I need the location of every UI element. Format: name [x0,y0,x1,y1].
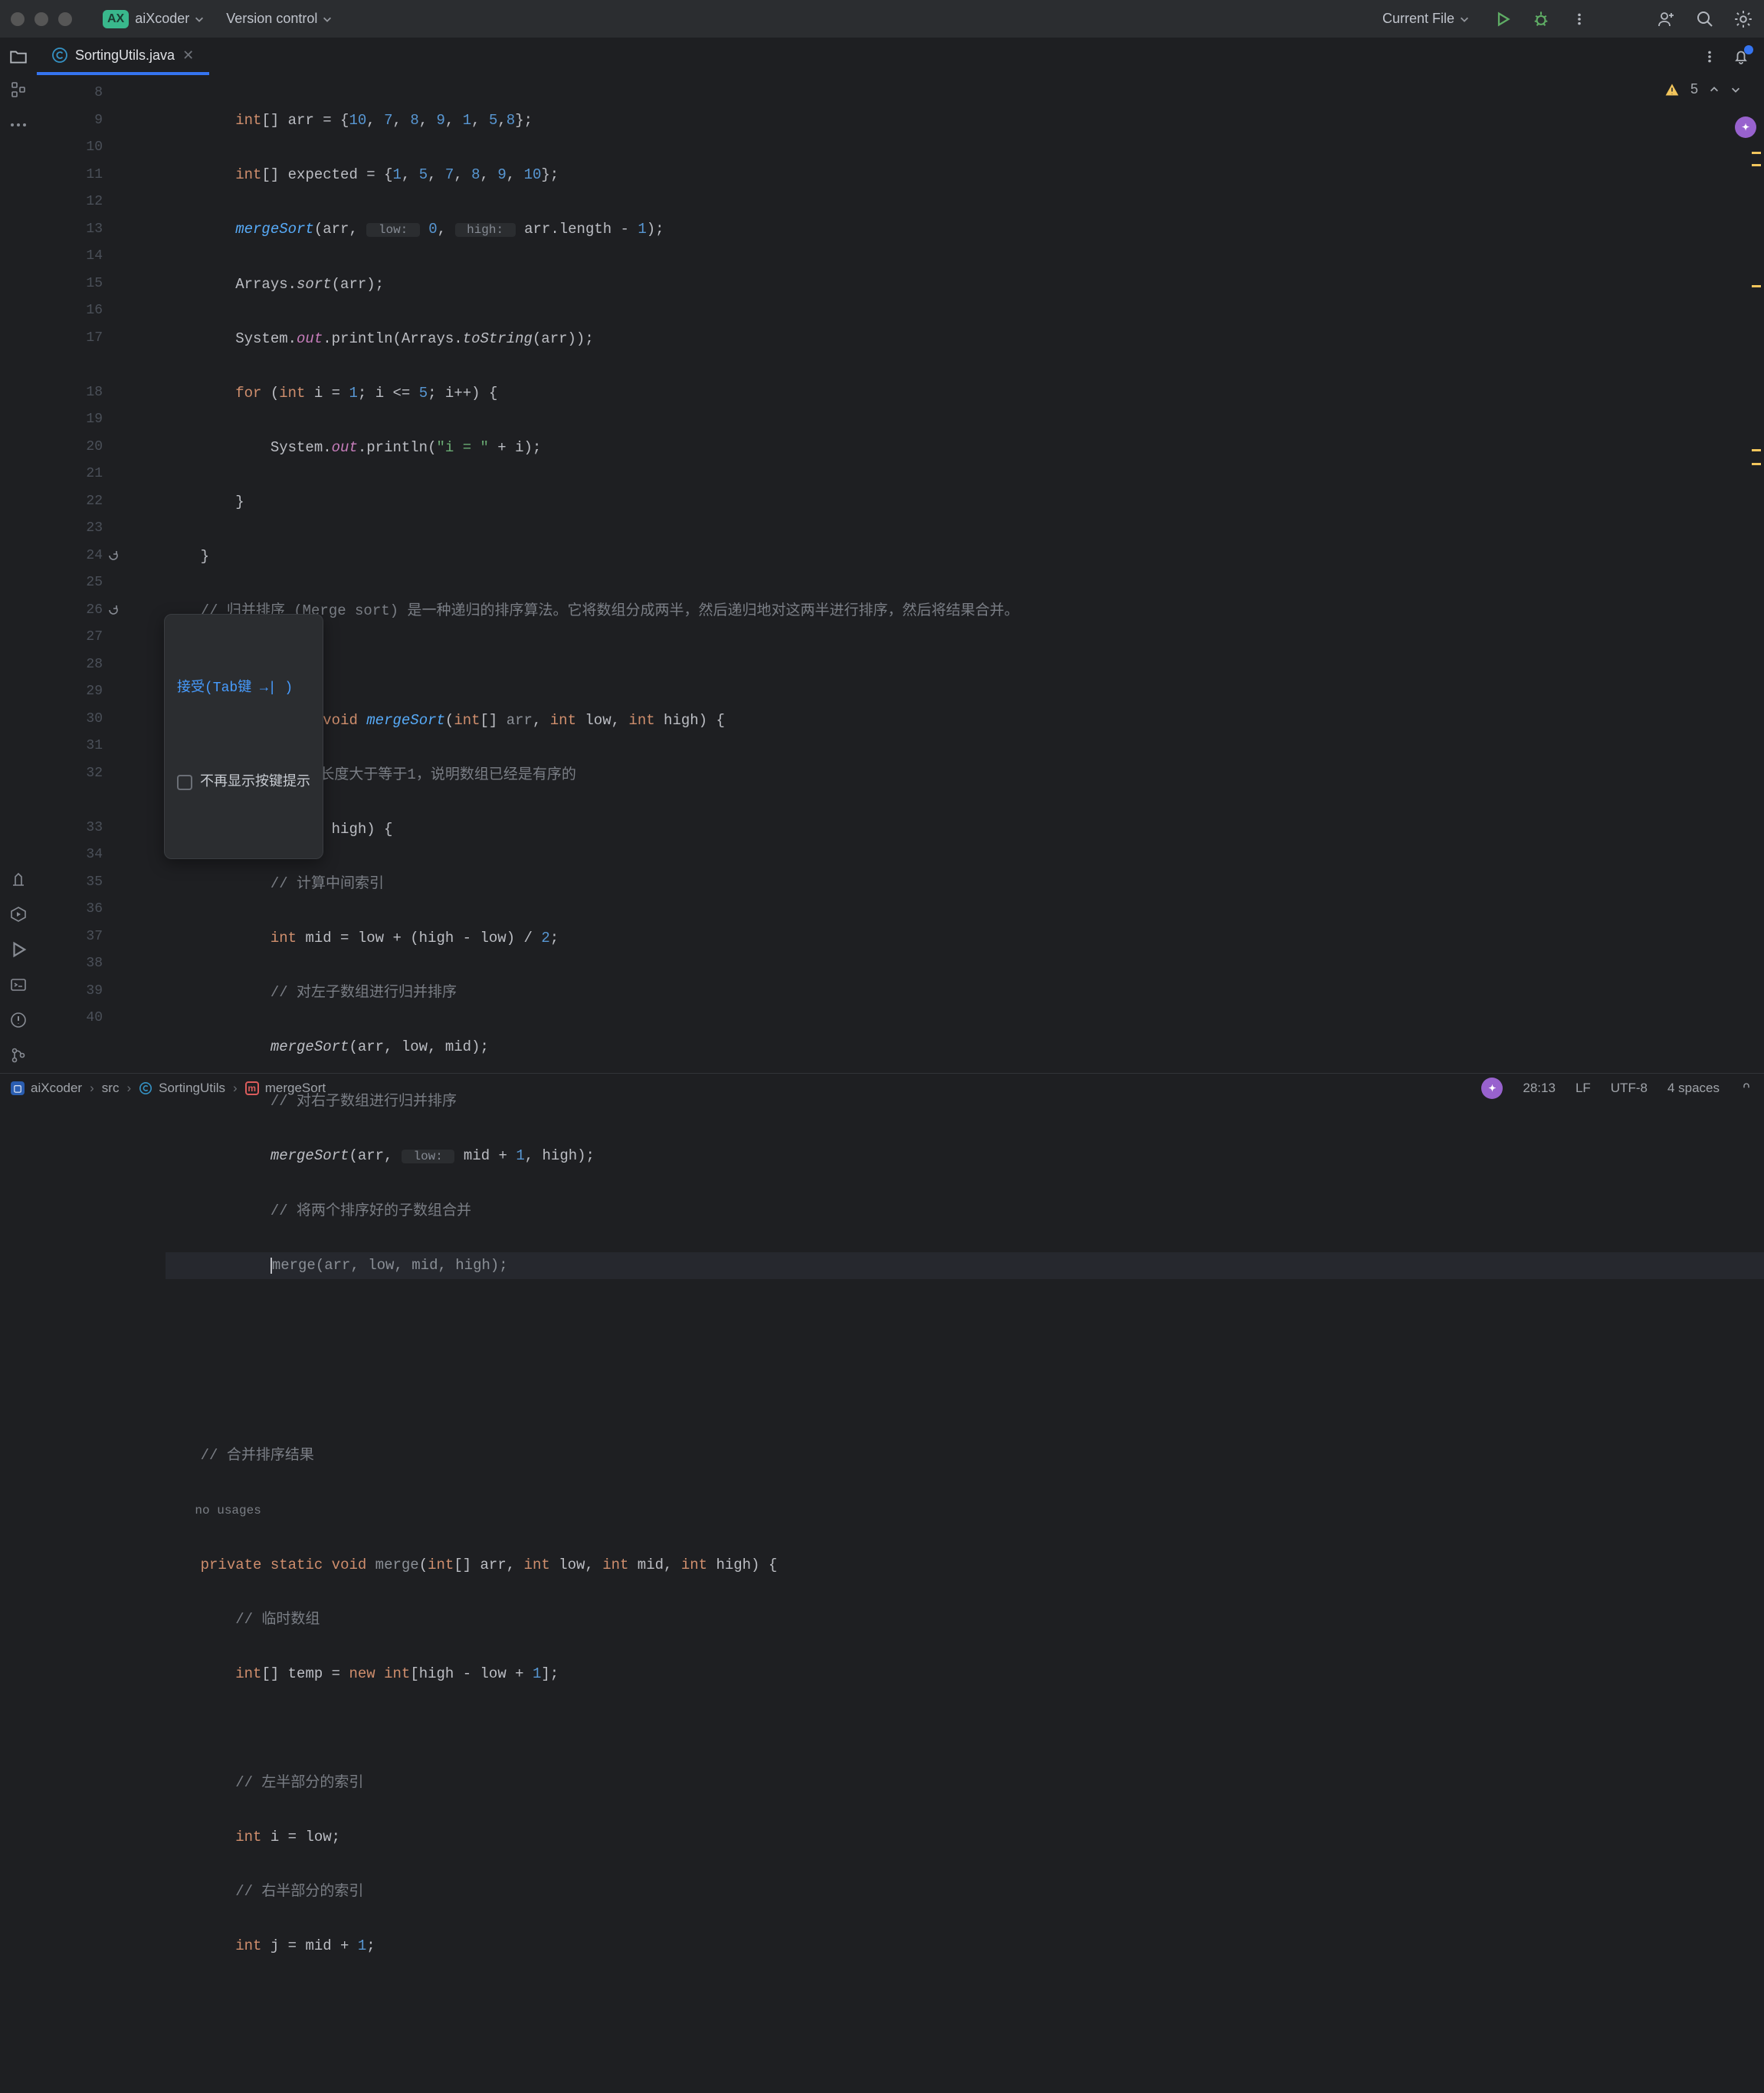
chevron-down-icon [322,14,333,25]
gutter[interactable]: 8 9 10 11 12 13 14 15 16 17 18 19 20 21 … [37,75,118,1073]
more-actions-button[interactable] [1569,9,1589,29]
project-selector[interactable]: AX aiXcoder [92,7,215,31]
dont-show-again-option[interactable]: 不再显示按键提示 [165,763,323,805]
services-tool-icon[interactable] [8,904,28,924]
project-name: aiXcoder [135,11,189,27]
structure-tool-icon[interactable] [8,80,28,100]
java-class-icon [52,48,67,63]
run-config-selector[interactable]: Current File [1378,8,1474,30]
left-tool-rail [0,75,37,1073]
window-controls [11,12,72,26]
minimize-window[interactable] [34,12,48,26]
vcs-tool-icon[interactable] [8,1045,28,1065]
build-tool-icon[interactable] [8,869,28,889]
module-icon: ▢ [11,1081,25,1095]
search-everywhere-button[interactable] [1695,9,1715,29]
usages-hint[interactable]: no usages [195,1504,261,1517]
breadcrumb-item-src[interactable]: src [102,1081,120,1096]
chevron-right-icon: › [126,1081,131,1096]
more-tab-actions[interactable] [1703,50,1716,64]
run-button[interactable] [1493,9,1513,29]
project-tool-button[interactable] [0,38,37,75]
accept-completion-button[interactable]: 接受(Tab键 →| ) [165,669,323,709]
settings-button[interactable] [1733,9,1753,29]
checkbox-icon[interactable] [177,775,192,790]
titlebar: AX aiXcoder Version control Current File [0,0,1764,38]
tab-sortingutils[interactable]: SortingUtils.java ✕ [37,38,209,75]
problems-tool-icon[interactable] [8,1010,28,1030]
inline-completion-hint-popup: 接受(Tab键 →| ) 不再显示按键提示 [164,614,323,859]
chevron-down-icon [194,14,205,25]
more-tools-icon[interactable] [8,115,28,135]
code-with-me-button[interactable] [1657,9,1677,29]
editor[interactable]: 5 ✦ 8 9 10 11 12 13 14 15 16 17 18 [37,75,1764,1073]
debug-button[interactable] [1531,9,1551,29]
tab-bar: SortingUtils.java ✕ [0,38,1764,75]
project-badge: AX [103,10,129,28]
java-class-icon [139,1081,152,1095]
breadcrumb-item-project[interactable]: ▢ aiXcoder [11,1081,82,1096]
vcs-selector[interactable]: Version control [215,8,343,30]
chevron-right-icon: › [90,1081,94,1096]
code-area[interactable]: int[] arr = {10, 7, 8, 9, 1, 5,8}; int[]… [118,75,1764,1073]
close-window[interactable] [11,12,25,26]
zoom-window[interactable] [58,12,72,26]
tab-filename: SortingUtils.java [75,48,175,64]
terminal-tool-icon[interactable] [8,975,28,995]
close-tab-icon[interactable]: ✕ [182,48,194,64]
run-tool-icon[interactable] [8,940,28,960]
chevron-down-icon [1459,14,1470,25]
notifications-button[interactable] [1732,48,1750,66]
vcs-label: Version control [226,11,317,27]
